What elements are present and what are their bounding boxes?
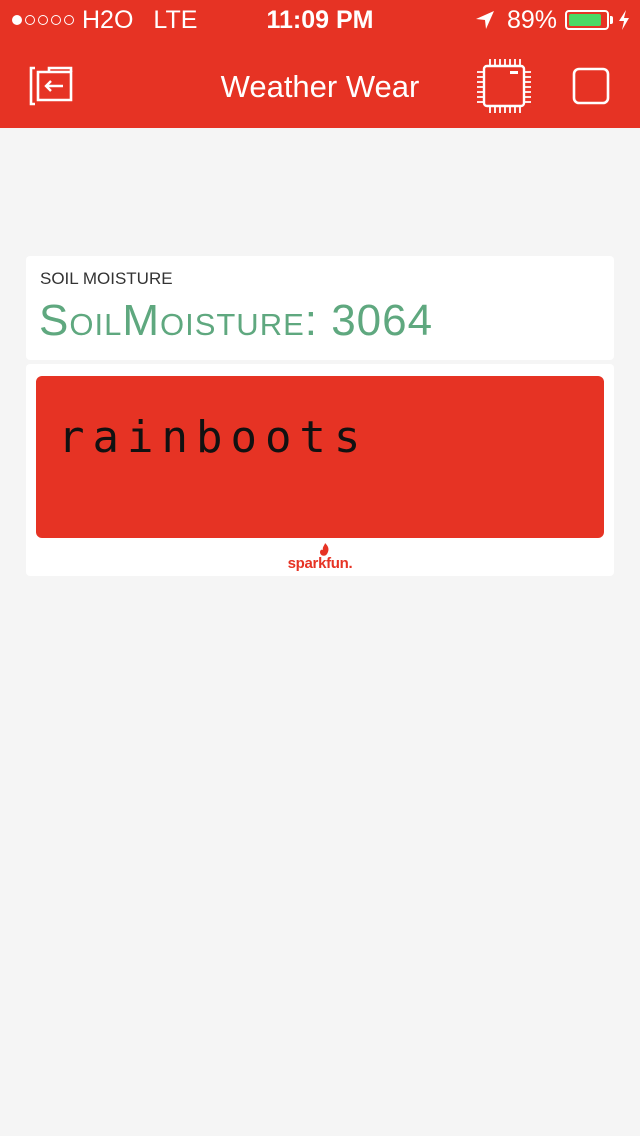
square-icon: [571, 66, 611, 106]
charging-bolt-icon: [618, 10, 630, 30]
lcd-display: rainboots: [36, 376, 604, 538]
soil-moisture-widget[interactable]: SOIL MOISTURE SoilMoisture: 3064: [26, 256, 614, 360]
flame-icon: [316, 542, 332, 558]
widget-label: SOIL MOISTURE: [40, 269, 173, 288]
battery-level-fill: [569, 14, 601, 26]
battery-percent: 89%: [506, 5, 557, 34]
location-arrow-icon: [475, 10, 495, 30]
battery-icon: [565, 10, 609, 30]
widget-value: SoilMoisture: 3064: [39, 296, 434, 345]
page-title: Weather Wear: [220, 69, 420, 104]
status-right: 89%: [475, 6, 630, 34]
status-bar: H2O LTE 11:09 PM 89%: [0, 0, 640, 40]
chip-icon: [475, 57, 533, 115]
battery-tip: [610, 16, 613, 24]
lcd-widget[interactable]: rainboots sparkfun.: [26, 364, 614, 576]
lcd-text: rainboots: [58, 412, 369, 463]
stop-button[interactable]: [566, 62, 616, 110]
navigation-bar: Weather Wear: [0, 40, 640, 128]
device-button[interactable]: [474, 56, 534, 116]
sparkfun-logo: sparkfun.: [26, 542, 614, 572]
